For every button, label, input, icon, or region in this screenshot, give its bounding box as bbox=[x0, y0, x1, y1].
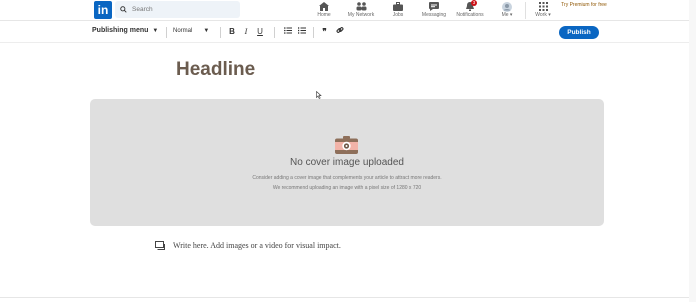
toolbar-divider bbox=[220, 27, 221, 38]
avatar bbox=[502, 1, 512, 12]
work-chevron-down-icon: ▾ bbox=[548, 12, 551, 18]
toolbar-divider bbox=[274, 27, 275, 38]
publish-button[interactable]: Publish bbox=[559, 26, 599, 39]
search-bar[interactable] bbox=[115, 1, 240, 18]
nav-home-label: Home bbox=[317, 12, 331, 18]
cover-image-dropzone[interactable]: No cover image uploaded Consider adding … bbox=[90, 99, 604, 226]
toolbar-divider bbox=[166, 27, 167, 38]
nav-me[interactable]: Me ▾ bbox=[496, 0, 518, 21]
try-premium-link[interactable]: Try Premium for free bbox=[561, 1, 607, 9]
chevron-down-icon: ▼ bbox=[152, 27, 159, 34]
toolbar-divider bbox=[313, 27, 314, 38]
nav-me-label: Me ▾ bbox=[501, 12, 513, 18]
me-chevron-down-icon: ▾ bbox=[509, 12, 513, 18]
nav-work-label: Work ▾ bbox=[535, 12, 551, 18]
link-icon bbox=[336, 27, 343, 33]
link-button[interactable] bbox=[335, 26, 344, 38]
nav-jobs[interactable]: Jobs bbox=[388, 0, 408, 21]
headline-input[interactable]: Headline bbox=[176, 59, 255, 81]
publishing-menu-button[interactable]: Publishing menu ▼ bbox=[92, 27, 158, 34]
editor-toolbar: Publishing menu ▼ Normal ▼ B I U ❞ Publi… bbox=[0, 22, 696, 43]
mouse-cursor-icon bbox=[316, 91, 322, 99]
article-body-input[interactable]: Write here. Add images or a video for vi… bbox=[155, 241, 341, 250]
briefcase-icon bbox=[393, 1, 403, 12]
network-icon bbox=[356, 1, 367, 12]
quote-button[interactable]: ❞ bbox=[320, 26, 329, 38]
article-body-placeholder: Write here. Add images or a video for vi… bbox=[173, 241, 341, 250]
nav-home[interactable]: Home bbox=[313, 0, 335, 21]
bold-button[interactable]: B bbox=[228, 26, 236, 38]
nav-notifications[interactable]: 3 Notifications bbox=[453, 0, 487, 21]
nav-my-network[interactable]: My Network bbox=[343, 0, 379, 21]
nav-divider bbox=[525, 2, 526, 19]
nav-messaging[interactable]: Messaging bbox=[418, 0, 450, 21]
bulleted-list-icon bbox=[283, 27, 292, 34]
cover-hint-line-1: Consider adding a cover image that compl… bbox=[252, 175, 442, 181]
notifications-badge: 3 bbox=[471, 0, 477, 6]
home-icon bbox=[319, 1, 329, 12]
bulleted-list-button[interactable] bbox=[283, 26, 292, 38]
text-style-select[interactable]: Normal ▼ bbox=[173, 28, 209, 34]
text-style-value: Normal bbox=[173, 28, 193, 34]
quote-icon: ❞ bbox=[322, 27, 327, 36]
grid-icon bbox=[538, 1, 548, 12]
cover-title: No cover image uploaded bbox=[290, 157, 404, 168]
nav-messaging-label: Messaging bbox=[421, 12, 447, 18]
bell-icon: 3 bbox=[465, 0, 477, 12]
nav-my-network-label: My Network bbox=[347, 12, 375, 18]
nav-work[interactable]: Work ▾ bbox=[532, 0, 554, 21]
media-icon bbox=[155, 241, 165, 250]
numbered-list-icon bbox=[297, 27, 306, 34]
scrollbar[interactable] bbox=[689, 0, 696, 302]
italic-button[interactable]: I bbox=[242, 26, 250, 38]
global-nav: in Home My Network Jobs Messaging 3 Noti… bbox=[0, 0, 696, 21]
divider bbox=[0, 297, 689, 298]
underline-button[interactable]: U bbox=[256, 26, 264, 38]
cover-hint-line-2: We recommend uploading an image with a p… bbox=[272, 185, 422, 191]
nav-notifications-label: Notifications bbox=[456, 12, 484, 18]
search-input[interactable] bbox=[132, 6, 232, 13]
linkedin-logo[interactable]: in bbox=[94, 1, 112, 19]
camera-icon bbox=[335, 136, 358, 154]
article-editor: in Home My Network Jobs Messaging 3 Noti… bbox=[0, 0, 696, 302]
search-icon bbox=[120, 6, 127, 13]
numbered-list-button[interactable] bbox=[297, 26, 306, 38]
nav-jobs-label: Jobs bbox=[392, 12, 404, 18]
style-chevron-down-icon: ▼ bbox=[203, 28, 210, 34]
publishing-menu-label: Publishing menu bbox=[92, 27, 149, 34]
messaging-icon bbox=[429, 1, 439, 12]
